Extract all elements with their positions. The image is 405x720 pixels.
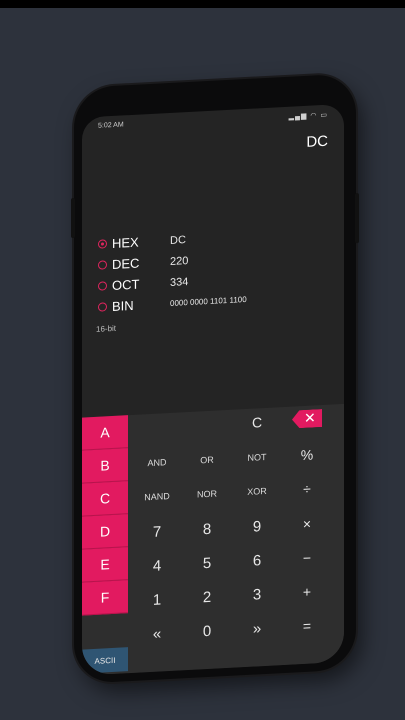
key-a[interactable]: A: [82, 415, 128, 451]
nand-button[interactable]: NAND: [132, 480, 182, 513]
key-5[interactable]: 5: [182, 546, 232, 581]
and-button[interactable]: AND: [132, 446, 182, 479]
base-label: OCT: [112, 276, 140, 294]
status-bar: 5:02 AM ▂▄▆ ◠ ▭: [98, 111, 328, 135]
main-display: DC: [306, 132, 328, 151]
key-1[interactable]: 1: [132, 582, 182, 617]
multiply-button[interactable]: ×: [282, 506, 332, 541]
divide-button[interactable]: ÷: [282, 472, 332, 505]
base-option-bin[interactable]: BIN 0000 0000 1101 1100: [98, 295, 247, 315]
shift-left-button[interactable]: «: [132, 616, 182, 651]
phone-device: 5:02 AM ▂▄▆ ◠ ▭ DC HEX DC DEC 220 OCT 33…: [71, 73, 359, 684]
key-d[interactable]: D: [82, 514, 128, 550]
radio-button[interactable]: [98, 239, 107, 249]
not-button[interactable]: NOT: [232, 441, 282, 474]
add-button[interactable]: +: [282, 574, 332, 609]
radio-button[interactable]: [98, 260, 107, 270]
xor-button[interactable]: XOR: [232, 475, 282, 508]
backspace-button[interactable]: ✕: [292, 409, 322, 429]
key-6[interactable]: 6: [232, 543, 282, 578]
base-value: 334: [170, 275, 189, 289]
clear-button[interactable]: C: [232, 407, 282, 438]
base-option-oct[interactable]: OCT 334: [98, 276, 188, 294]
key-b[interactable]: B: [82, 448, 128, 484]
wifi-icon: ◠: [310, 112, 318, 120]
key-8[interactable]: 8: [182, 512, 232, 547]
or-button[interactable]: OR: [182, 444, 232, 477]
key-4[interactable]: 4: [132, 548, 182, 583]
status-time: 5:02 AM: [98, 121, 124, 130]
battery-icon: ▭: [320, 111, 328, 120]
backspace-icon: ✕: [304, 409, 316, 426]
equals-button[interactable]: =: [282, 608, 332, 643]
modulo-button[interactable]: %: [282, 438, 332, 471]
subtract-button[interactable]: −: [282, 540, 332, 575]
key-c-hex[interactable]: C: [82, 481, 128, 517]
top-black-bar: [0, 0, 405, 8]
ascii-button[interactable]: ASCII: [82, 647, 128, 674]
key-7[interactable]: 7: [132, 514, 182, 549]
status-icons: ▂▄▆ ◠ ▭: [289, 111, 328, 121]
key-e[interactable]: E: [82, 547, 128, 583]
key-3[interactable]: 3: [232, 577, 282, 612]
base-value: DC: [170, 233, 186, 247]
base-value: 220: [170, 254, 189, 268]
radio-button[interactable]: [98, 281, 107, 291]
base-label: BIN: [112, 297, 134, 315]
calculator-screen: 5:02 AM ▂▄▆ ◠ ▭ DC HEX DC DEC 220 OCT 33…: [82, 103, 344, 676]
word-size-label[interactable]: 16-bit: [96, 324, 116, 334]
key-9[interactable]: 9: [232, 509, 282, 544]
key-2[interactable]: 2: [182, 580, 232, 615]
base-value: 0000 0000 1101 1100: [170, 294, 247, 308]
power-button: [355, 193, 359, 244]
key-0[interactable]: 0: [182, 614, 232, 649]
base-label: HEX: [112, 234, 139, 252]
base-label: DEC: [112, 255, 140, 273]
key-f[interactable]: F: [82, 580, 128, 616]
volume-button: [71, 197, 75, 239]
keypad: A B C D E F ASCII C ✕ AND OR NOT % NAND …: [82, 403, 344, 676]
nor-button[interactable]: NOR: [182, 478, 232, 511]
signal-icon: ▂▄▆: [288, 112, 308, 121]
shift-right-button[interactable]: »: [232, 611, 282, 646]
base-option-hex[interactable]: HEX DC: [98, 234, 186, 252]
base-option-dec[interactable]: DEC 220: [98, 255, 188, 273]
radio-button[interactable]: [98, 302, 107, 312]
